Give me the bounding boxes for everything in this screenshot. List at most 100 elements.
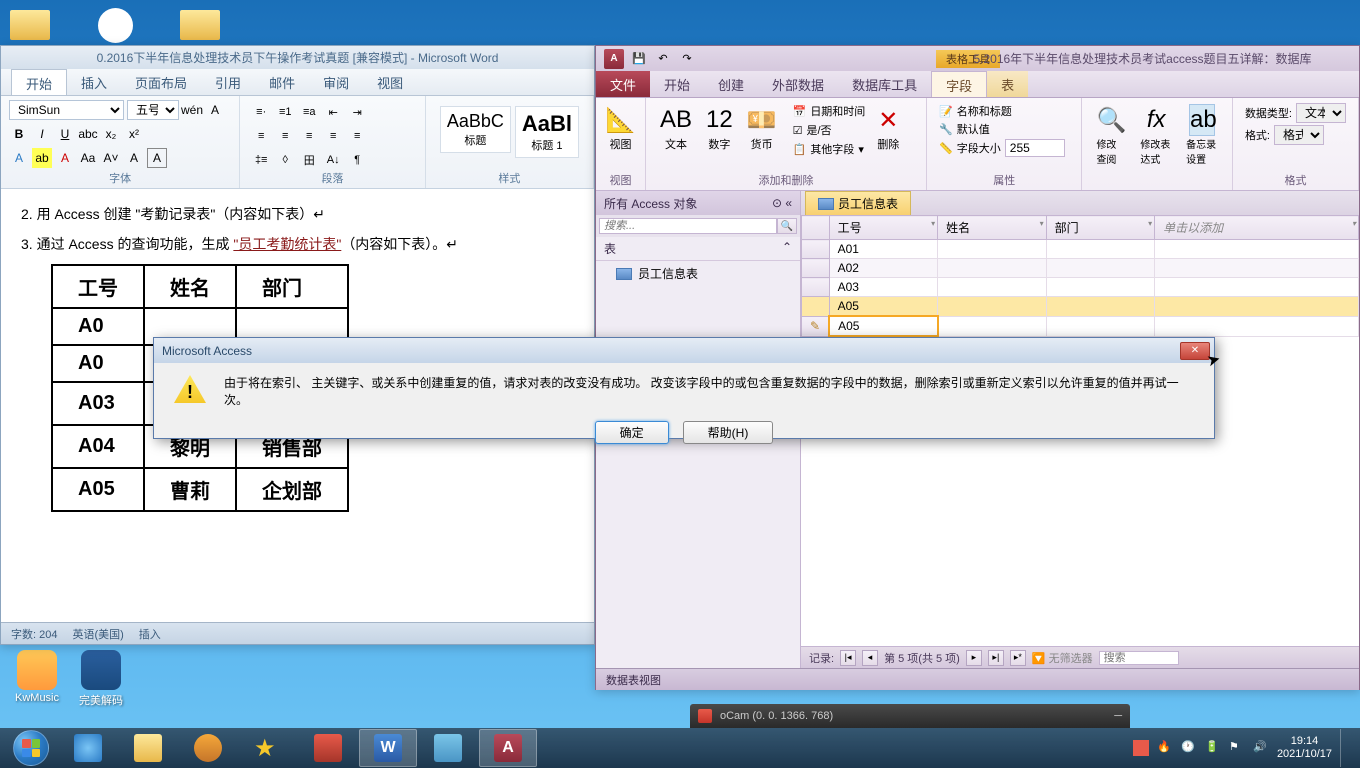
datetime-field-button[interactable]: 📅 日期和时间: [789, 102, 870, 120]
next-record-button[interactable]: ▸: [966, 650, 982, 666]
align-left-icon[interactable]: ≡: [250, 126, 272, 146]
minimize-icon[interactable]: ─: [1114, 710, 1122, 722]
search-icon[interactable]: 🔍: [777, 218, 797, 234]
view-button[interactable]: 📐 视图: [600, 102, 642, 154]
word-tab-insert[interactable]: 插入: [67, 69, 121, 95]
taskbar-clock[interactable]: 19:14 2021/10/17: [1277, 735, 1332, 761]
increase-indent-icon[interactable]: ⇥: [346, 102, 368, 122]
modify-expression-button[interactable]: fx修改表达式: [1134, 102, 1178, 168]
line-spacing-icon[interactable]: ‡≡: [250, 150, 272, 170]
access-tab-file[interactable]: 文件: [596, 71, 650, 97]
taskbar-explorer[interactable]: [119, 729, 177, 767]
first-record-button[interactable]: |◂: [840, 650, 856, 666]
taskbar-word[interactable]: W: [359, 729, 417, 767]
access-tab-fields[interactable]: 字段: [931, 71, 987, 97]
taskbar-media[interactable]: [179, 729, 237, 767]
undo-icon[interactable]: ↶: [654, 50, 672, 68]
last-record-button[interactable]: ▸|: [988, 650, 1004, 666]
desktop-app-kwmusic[interactable]: KwMusic: [15, 650, 59, 708]
access-tab-external[interactable]: 外部数据: [758, 71, 838, 97]
align-center-icon[interactable]: ≡: [274, 126, 296, 146]
tray-clock-icon[interactable]: 🕐: [1181, 740, 1197, 756]
word-tab-view[interactable]: 视图: [363, 69, 417, 95]
shrink-font-icon[interactable]: A˅: [101, 148, 121, 168]
dialog-titlebar[interactable]: Microsoft Access ✕: [154, 338, 1214, 363]
underline-icon[interactable]: U: [55, 124, 75, 144]
clear-formatting-icon[interactable]: wén: [182, 100, 202, 120]
nav-group-tables[interactable]: 表 ⌃: [596, 237, 800, 261]
table-row-editing[interactable]: ✎A05: [802, 316, 1359, 336]
style-heading1[interactable]: AaBl 标题 1: [515, 106, 579, 158]
word-tab-layout[interactable]: 页面布局: [121, 69, 201, 95]
nav-search-input[interactable]: [599, 218, 777, 234]
align-right-icon[interactable]: ≡: [298, 126, 320, 146]
delete-field-button[interactable]: ✕删除: [871, 102, 905, 154]
character-border-icon[interactable]: A: [147, 148, 167, 168]
ocam-titlebar[interactable]: oCam (0. 0. 1366. 768) ─: [690, 704, 1130, 728]
taskbar-access[interactable]: A: [479, 729, 537, 767]
bold-icon[interactable]: B: [9, 124, 29, 144]
text-effects-icon[interactable]: A: [9, 148, 29, 168]
record-search-input[interactable]: [1099, 651, 1179, 665]
column-header-id[interactable]: 工号▾: [829, 216, 938, 240]
tray-input-icon[interactable]: [1133, 740, 1149, 756]
nav-item-employee-table[interactable]: 员工信息表: [596, 261, 800, 286]
select-all-cell[interactable]: [802, 216, 830, 240]
currency-field-button[interactable]: 💴货币: [741, 102, 783, 154]
multilevel-list-icon[interactable]: ≡a: [298, 102, 320, 122]
strikethrough-icon[interactable]: abc: [78, 124, 98, 144]
word-tab-review[interactable]: 审阅: [309, 69, 363, 95]
format-select[interactable]: 格式: [1274, 125, 1324, 145]
ok-button[interactable]: 确定: [595, 421, 669, 444]
data-type-select[interactable]: 文本: [1296, 103, 1346, 123]
column-header-name[interactable]: 姓名▾: [938, 216, 1047, 240]
save-icon[interactable]: 💾: [630, 50, 648, 68]
font-color-icon[interactable]: A: [55, 148, 75, 168]
desktop-panda-icon[interactable]: [90, 5, 140, 45]
desktop-app-wanmei[interactable]: 完美解码: [79, 650, 123, 708]
style-heading[interactable]: AaBbC 标题: [440, 106, 511, 153]
table-row[interactable]: A03: [802, 278, 1359, 297]
desktop-folder-1[interactable]: [5, 5, 55, 45]
no-filter-label[interactable]: 🔽 无筛选器: [1032, 650, 1093, 666]
tray-battery-icon[interactable]: 🔋: [1205, 740, 1221, 756]
prev-record-button[interactable]: ◂: [862, 650, 878, 666]
show-hide-icon[interactable]: ¶: [346, 150, 368, 170]
text-field-button[interactable]: AB文本: [654, 102, 698, 154]
justify-icon[interactable]: ≡: [322, 126, 344, 146]
font-name-select[interactable]: SimSun: [9, 100, 124, 120]
phonetic-guide-icon[interactable]: A: [205, 100, 225, 120]
column-header-dept[interactable]: 部门▾: [1046, 216, 1155, 240]
help-button[interactable]: 帮助(H): [683, 421, 774, 444]
column-header-add[interactable]: 单击以添加▾: [1155, 216, 1359, 240]
change-case-icon[interactable]: A: [124, 148, 144, 168]
access-tab-dbtools[interactable]: 数据库工具: [838, 71, 931, 97]
default-value-button[interactable]: 🔧 默认值: [935, 120, 994, 138]
italic-icon[interactable]: I: [32, 124, 52, 144]
sheet-tab-employee[interactable]: 员工信息表: [805, 191, 911, 215]
sort-icon[interactable]: A↓: [322, 150, 344, 170]
memo-settings-button[interactable]: ab备忘录设置: [1180, 102, 1224, 168]
numbering-icon[interactable]: ≡1: [274, 102, 296, 122]
tray-flame-icon[interactable]: 🔥: [1157, 740, 1173, 756]
shading-icon[interactable]: ◊: [274, 150, 296, 170]
taskbar-ocam[interactable]: [299, 729, 357, 767]
nav-pane-header[interactable]: 所有 Access 对象 ⊙ «: [596, 191, 800, 215]
access-tab-create[interactable]: 创建: [704, 71, 758, 97]
desktop-folder-2[interactable]: [175, 5, 225, 45]
highlight-icon[interactable]: ab: [32, 148, 52, 168]
bullets-icon[interactable]: ≡·: [250, 102, 272, 122]
name-caption-button[interactable]: 📝 名称和标题: [935, 102, 1016, 120]
taskbar-photos[interactable]: [419, 729, 477, 767]
yesno-field-button[interactable]: ☑ 是/否: [789, 121, 870, 139]
word-tab-mailings[interactable]: 邮件: [255, 69, 309, 95]
access-tab-table[interactable]: 表: [987, 71, 1028, 97]
decrease-indent-icon[interactable]: ⇤: [322, 102, 344, 122]
redo-icon[interactable]: ↷: [678, 50, 696, 68]
superscript-icon[interactable]: x²: [124, 124, 144, 144]
more-fields-button[interactable]: 📋 其他字段 ▾: [789, 140, 870, 158]
taskbar-ie[interactable]: [59, 729, 117, 767]
font-size-select[interactable]: 五号: [127, 100, 179, 120]
taskbar-star[interactable]: ★: [239, 729, 297, 767]
new-record-button[interactable]: ▸*: [1010, 650, 1026, 666]
